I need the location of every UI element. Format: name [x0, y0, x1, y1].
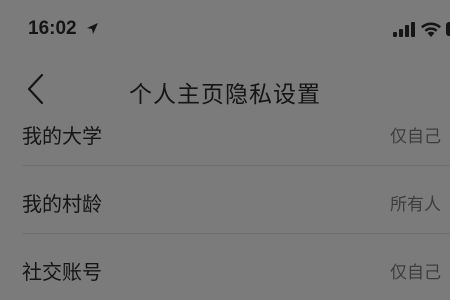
- settings-list: 我的大学 仅自己 我的村龄 所有人 社交账号 仅自己: [0, 98, 450, 300]
- settings-row-village-age[interactable]: 我的村龄 所有人: [0, 166, 450, 234]
- location-arrow-icon: [87, 23, 98, 34]
- cellular-signal-icon: [393, 22, 415, 37]
- status-time: 16:02: [28, 18, 77, 39]
- row-label: 社交账号: [22, 260, 102, 284]
- row-value: 仅自己: [390, 127, 441, 147]
- wifi-icon: [421, 22, 441, 37]
- settings-row-university[interactable]: 我的大学 仅自己: [0, 98, 450, 166]
- row-label: 我的村龄: [22, 192, 102, 216]
- row-value: 所有人: [390, 195, 441, 215]
- battery-icon: [446, 22, 450, 36]
- row-value: 仅自己: [390, 263, 441, 283]
- screen: 16:02 个人主页隐私设置 我的大学 仅自己 我的村龄 所有人 社交账号 仅自…: [0, 0, 450, 300]
- row-label: 我的大学: [22, 124, 102, 148]
- settings-row-social-accounts[interactable]: 社交账号 仅自己: [0, 234, 450, 300]
- status-bar: 16:02: [0, 0, 450, 58]
